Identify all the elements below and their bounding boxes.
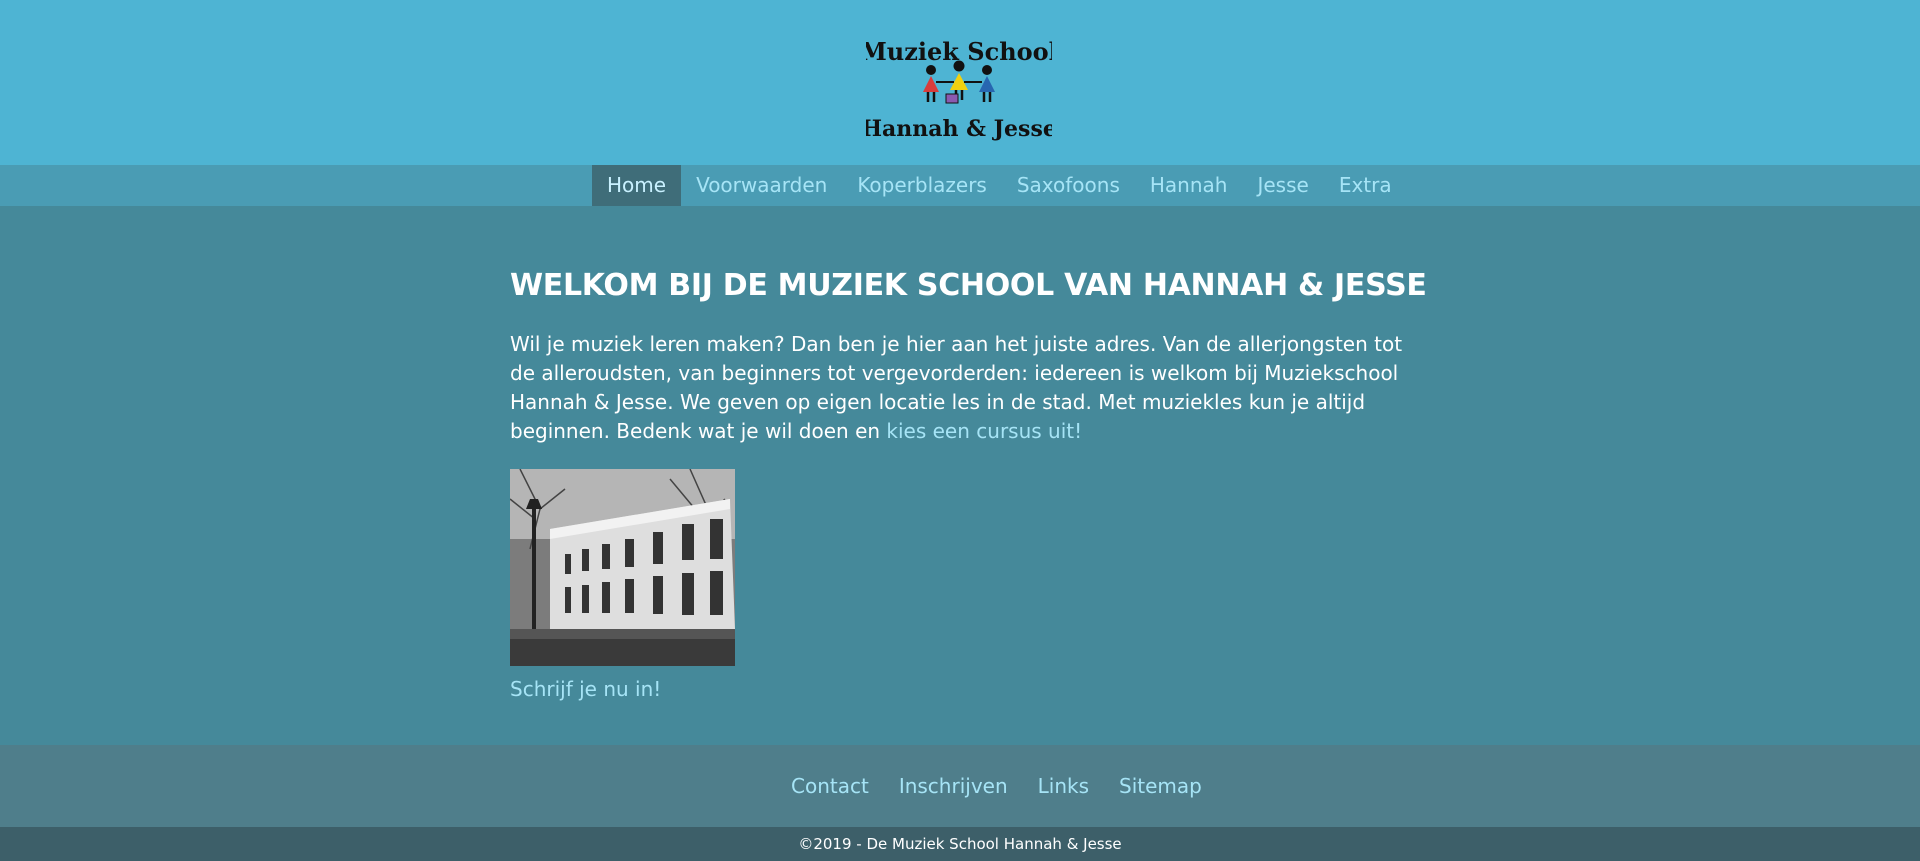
nav-item-koperblazers[interactable]: Koperblazers bbox=[842, 165, 1002, 206]
nav-item-hannah[interactable]: Hannah bbox=[1135, 165, 1243, 206]
signup-link[interactable]: Schrijf je nu in! bbox=[510, 676, 661, 702]
logo-graphic: Muziek School Hannah & Jesse bbox=[866, 37, 1052, 142]
copyright-bar: ©2019 - De Muziek School Hannah & Jesse bbox=[0, 827, 1920, 861]
logo-line-2: Hannah & Jesse bbox=[866, 116, 1052, 142]
nav-item-extra[interactable]: Extra bbox=[1324, 165, 1407, 206]
intro-paragraph: Wil je muziek leren maken? Dan ben je hi… bbox=[510, 330, 1410, 446]
building-photo[interactable] bbox=[510, 469, 735, 666]
choose-course-link[interactable]: kies een cursus uit! bbox=[886, 419, 1082, 443]
site-header: Muziek School Hannah & Jesse bbox=[0, 0, 1920, 165]
logo-children-icon bbox=[923, 60, 995, 104]
nav-item-saxofoons[interactable]: Saxofoons bbox=[1002, 165, 1135, 206]
nav-item-home[interactable]: Home bbox=[592, 165, 682, 206]
footer-link-inschrijven[interactable]: Inschrijven bbox=[884, 774, 1023, 798]
footer-link-links[interactable]: Links bbox=[1023, 774, 1104, 798]
footer-links-bar: Contact Inschrijven Links Sitemap bbox=[0, 745, 1920, 827]
page: Muziek School Hannah & Jesse Home Voorwa… bbox=[0, 0, 1920, 861]
footer-list: Contact Inschrijven Links Sitemap bbox=[776, 745, 1217, 827]
content-column: WELKOM BIJ DE MUZIEK SCHOOL VAN HANNAH &… bbox=[510, 266, 1427, 702]
footer-link-sitemap[interactable]: Sitemap bbox=[1104, 774, 1217, 798]
site-logo[interactable]: Muziek School Hannah & Jesse bbox=[866, 36, 1052, 144]
copyright-text: ©2019 - De Muziek School Hannah & Jesse bbox=[798, 835, 1122, 853]
footer-link-contact[interactable]: Contact bbox=[776, 774, 884, 798]
page-title: WELKOM BIJ DE MUZIEK SCHOOL VAN HANNAH &… bbox=[510, 268, 1427, 303]
nav-list: Home Voorwaarden Koperblazers Saxofoons … bbox=[592, 165, 1407, 206]
main-navigation: Home Voorwaarden Koperblazers Saxofoons … bbox=[0, 165, 1920, 206]
main-content: WELKOM BIJ DE MUZIEK SCHOOL VAN HANNAH &… bbox=[0, 206, 1920, 745]
nav-item-voorwaarden[interactable]: Voorwaarden bbox=[681, 165, 842, 206]
nav-item-jesse[interactable]: Jesse bbox=[1242, 165, 1323, 206]
